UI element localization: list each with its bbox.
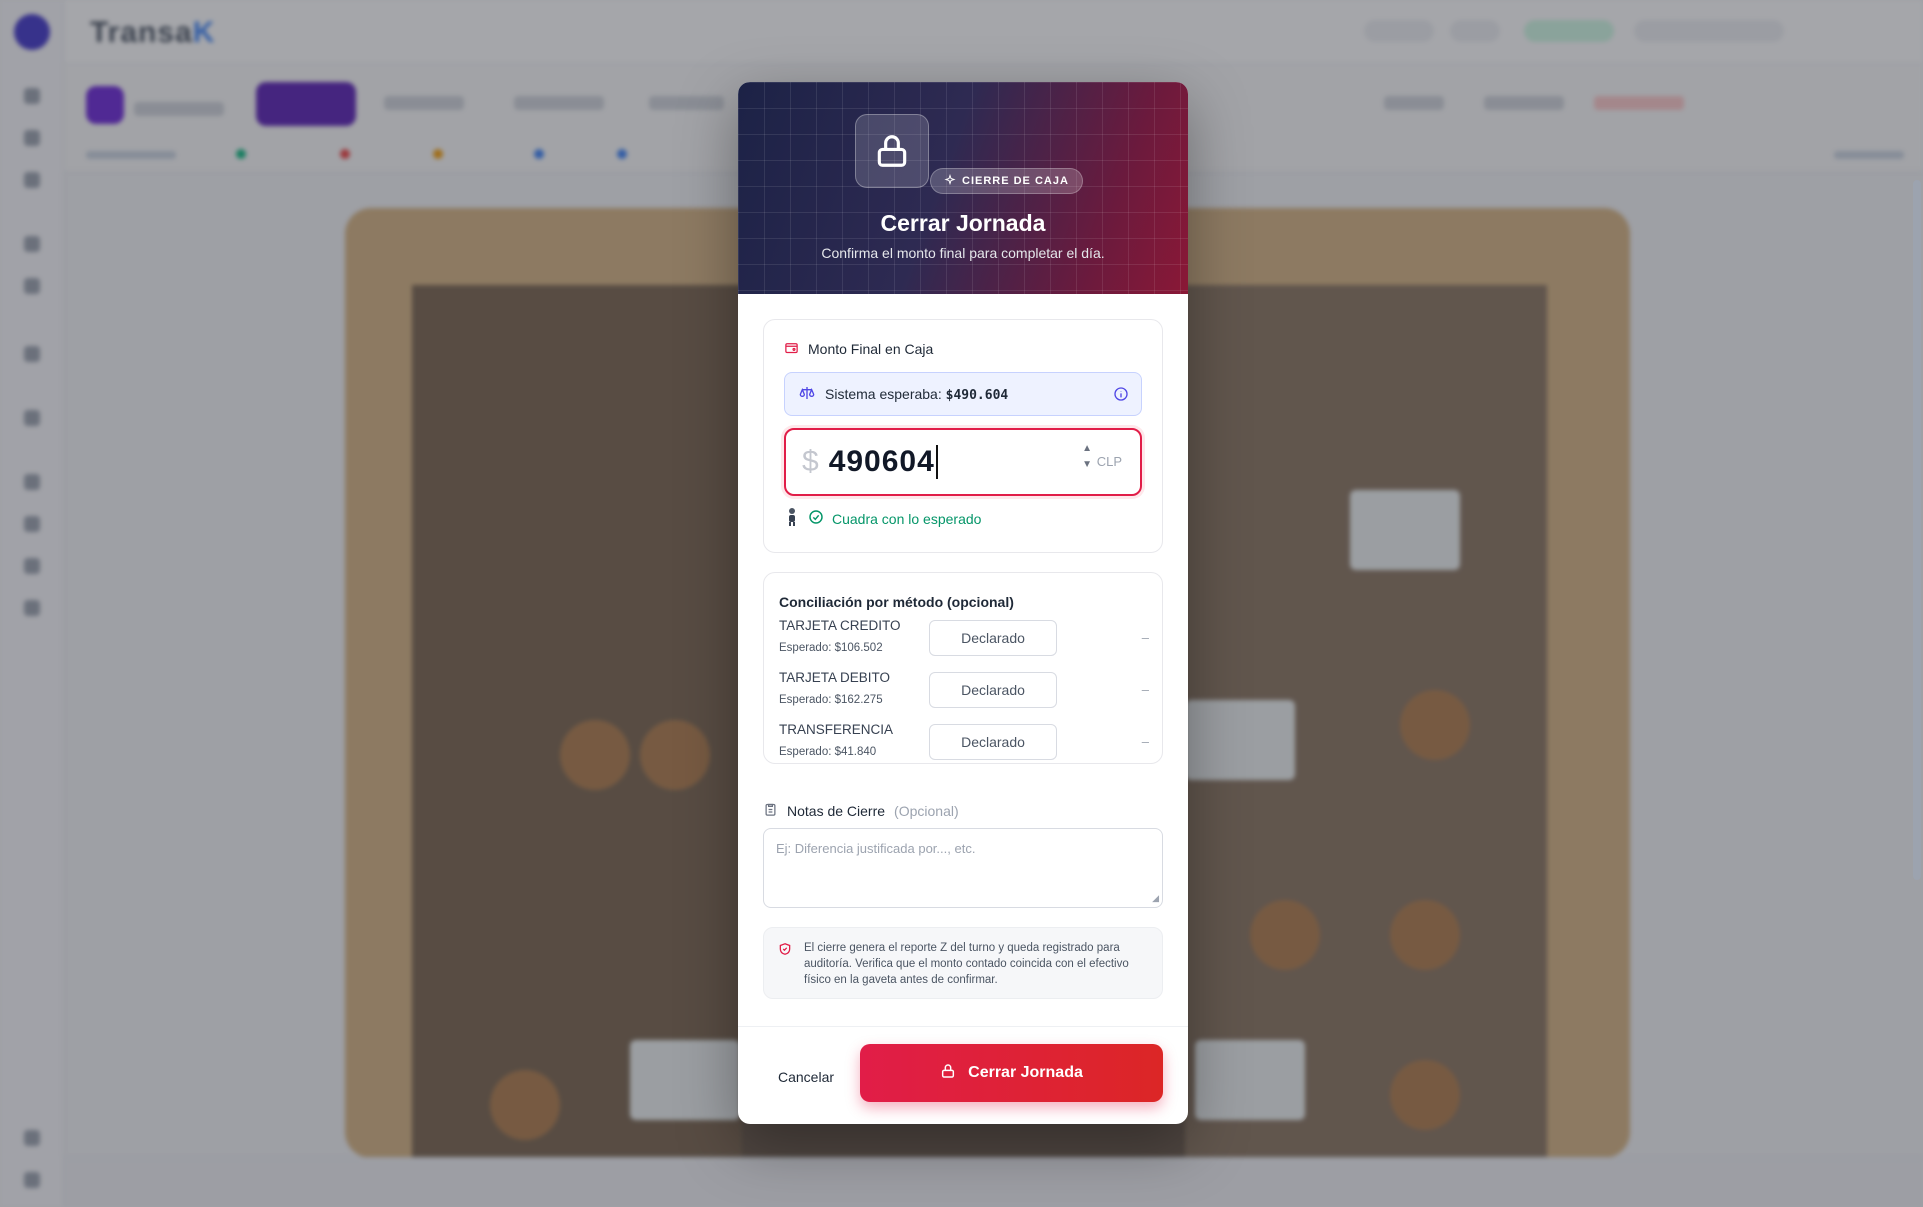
lock-icon bbox=[855, 114, 929, 188]
currency-code: CLP bbox=[1096, 454, 1122, 469]
reconciliation-row: TARJETA CREDITO Esperado: $106.502 Decla… bbox=[779, 618, 1149, 656]
declared-input[interactable]: Declarado bbox=[929, 724, 1057, 760]
currency-symbol: $ bbox=[802, 445, 819, 478]
match-status: Cuadra con lo esperado bbox=[784, 507, 981, 530]
sparkle-icon bbox=[944, 173, 956, 189]
closing-notes-textarea[interactable]: Ej: Diferencia justificada por..., etc. … bbox=[763, 828, 1163, 908]
resize-handle-icon[interactable]: ◢ bbox=[1152, 893, 1159, 904]
check-circle-icon bbox=[808, 509, 824, 528]
modal-footer: Cancelar Cerrar Jornada bbox=[738, 1026, 1188, 1124]
reconciliation-card: Conciliación por método (opcional) TARJE… bbox=[763, 572, 1163, 764]
difference-value: – bbox=[1141, 630, 1149, 645]
reconciliation-row: TARJETA DEBITO Esperado: $162.275 Declar… bbox=[779, 670, 1149, 708]
reconciliation-row: TRANSFERENCIA Esperado: $41.840 Declarad… bbox=[779, 722, 1149, 760]
audit-notice: El cierre genera el reporte Z del turno … bbox=[763, 927, 1163, 999]
scrollbar[interactable] bbox=[1913, 180, 1921, 880]
status-badge: CIERRE DE CAJA bbox=[930, 168, 1083, 194]
modal-subtitle: Confirma el monto final para completar e… bbox=[821, 245, 1105, 261]
stepper-down-icon[interactable]: ▼ bbox=[1082, 460, 1092, 470]
amount-value[interactable]: 490604 bbox=[829, 445, 938, 479]
expected-amount-banner: Sistema esperaba: $490.604 bbox=[784, 372, 1142, 416]
modal-title: Cerrar Jornada bbox=[880, 210, 1046, 236]
lock-icon bbox=[940, 1063, 956, 1084]
wallet-icon bbox=[784, 340, 799, 358]
final-amount-label: Monto Final en Caja bbox=[784, 340, 933, 358]
scale-icon bbox=[799, 385, 815, 404]
stepper-up-icon[interactable]: ▲ bbox=[1082, 444, 1092, 454]
number-stepper[interactable]: ▲ ▼ bbox=[1082, 444, 1092, 470]
shield-icon bbox=[778, 942, 792, 961]
difference-value: – bbox=[1141, 734, 1149, 749]
final-amount-card: Monto Final en Caja Sistema esperaba: $4… bbox=[763, 319, 1163, 553]
notes-label: Notas de Cierre (Opcional) bbox=[763, 802, 959, 820]
reconciliation-title: Conciliación por método (opcional) bbox=[779, 594, 1014, 610]
final-amount-input[interactable]: $ 490604 ▲ ▼ CLP bbox=[784, 428, 1142, 496]
figure-icon bbox=[784, 507, 800, 530]
clipboard-icon bbox=[763, 802, 778, 820]
confirm-close-button[interactable]: Cerrar Jornada bbox=[860, 1044, 1163, 1102]
modal-header: CIERRE DE CAJA Cerrar Jornada Confirma e… bbox=[738, 82, 1188, 294]
expected-value: $490.604 bbox=[945, 387, 1009, 403]
difference-value: – bbox=[1141, 682, 1149, 697]
cancel-button[interactable]: Cancelar bbox=[778, 1069, 834, 1085]
info-icon[interactable] bbox=[1113, 386, 1129, 405]
declared-input[interactable]: Declarado bbox=[929, 620, 1057, 656]
declared-input[interactable]: Declarado bbox=[929, 672, 1057, 708]
badge-label: CIERRE DE CAJA bbox=[962, 175, 1069, 187]
close-shift-modal: CIERRE DE CAJA Cerrar Jornada Confirma e… bbox=[738, 82, 1188, 1124]
